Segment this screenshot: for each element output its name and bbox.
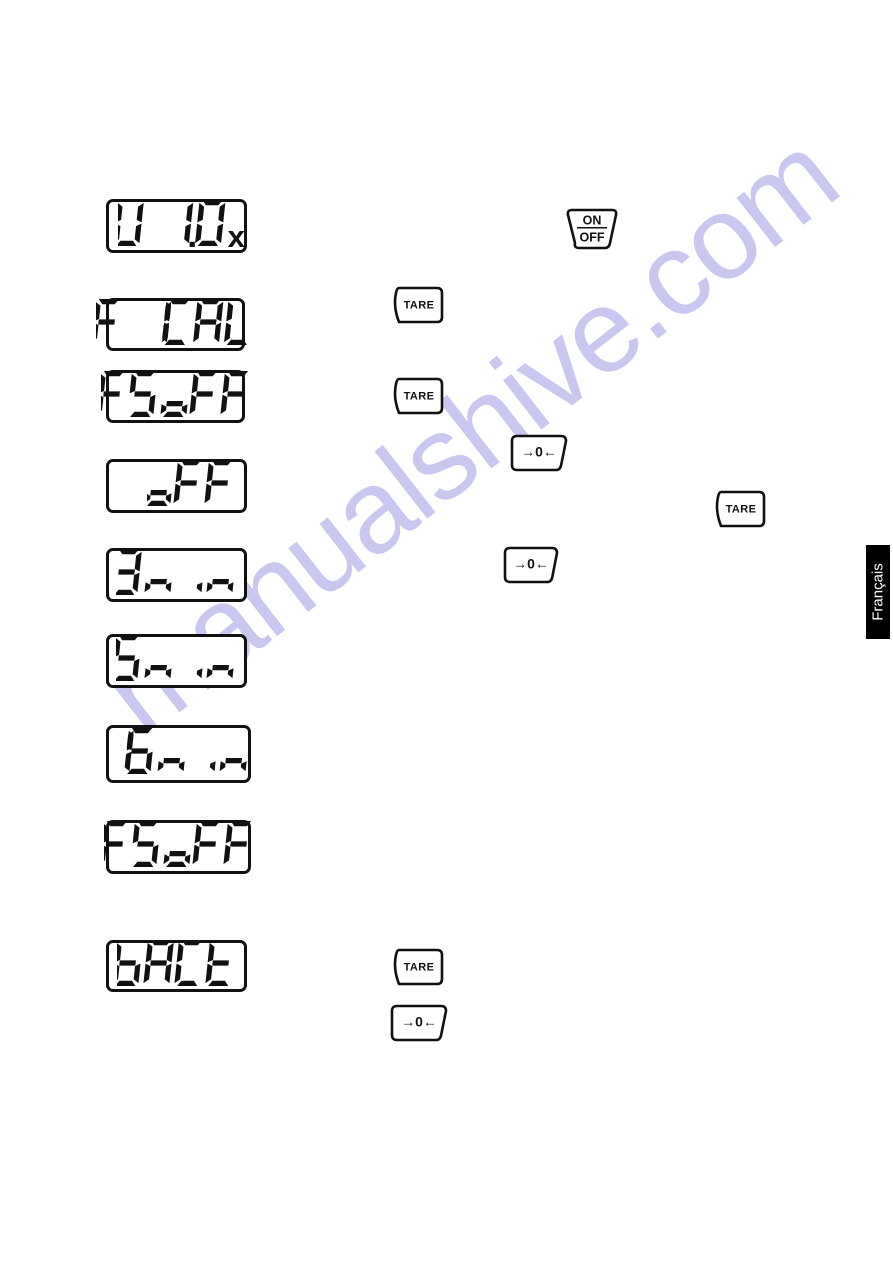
- manual-page: manualshive.com x ON OFF TARE TARE →0← TARE →0…: [0, 0, 893, 1263]
- display-fsoff-2: [103, 820, 254, 874]
- key-label-tare: TARE: [404, 299, 435, 311]
- watermark: manualshive.com: [0, 0, 893, 1263]
- key-tare-4[interactable]: TARE: [390, 948, 444, 986]
- display-f1cal: [96, 298, 248, 351]
- lcd-segment-text: [117, 940, 236, 992]
- key-label-tare: TARE: [404, 390, 435, 402]
- key-tare-1[interactable]: TARE: [390, 286, 444, 324]
- lcd-suffix-character: x: [227, 219, 245, 254]
- language-tab-francais[interactable]: Français: [866, 545, 890, 639]
- key-label-off: OFF: [580, 230, 605, 244]
- lcd-segment-text: [116, 635, 235, 687]
- display-fsoff-1: [100, 370, 248, 423]
- lcd-segment-text: [103, 821, 254, 873]
- display-off: [106, 459, 247, 513]
- key-zero-2[interactable]: →0←: [503, 546, 559, 584]
- key-label-on: ON: [583, 213, 602, 227]
- language-tab-label: Français: [869, 563, 887, 621]
- lcd-segment-text: [147, 460, 235, 512]
- key-label-zero: →0←: [513, 555, 549, 571]
- key-zero-3[interactable]: →0←: [390, 1004, 448, 1042]
- key-label-tare: TARE: [404, 961, 435, 973]
- key-label-zero: →0←: [521, 443, 557, 459]
- display-3min: [106, 548, 247, 602]
- lcd-segment-text: [96, 298, 255, 351]
- key-tare-3[interactable]: TARE: [712, 490, 766, 528]
- key-tare-2[interactable]: TARE: [390, 377, 444, 415]
- display-bact: [106, 940, 247, 992]
- lcd-segment-text: x: [118, 200, 245, 252]
- key-label-tare: TARE: [726, 503, 757, 515]
- key-onoff-1[interactable]: ON OFF: [565, 208, 619, 250]
- key-zero-1[interactable]: →0←: [510, 434, 568, 472]
- display-5min: [106, 634, 247, 688]
- lcd-segment-text: [108, 728, 248, 780]
- lcd-segment-text: [116, 549, 235, 601]
- lcd-segment-text: [100, 370, 251, 423]
- display-version: x: [106, 199, 247, 253]
- display-15min: [106, 725, 251, 783]
- key-label-zero: →0←: [401, 1013, 437, 1029]
